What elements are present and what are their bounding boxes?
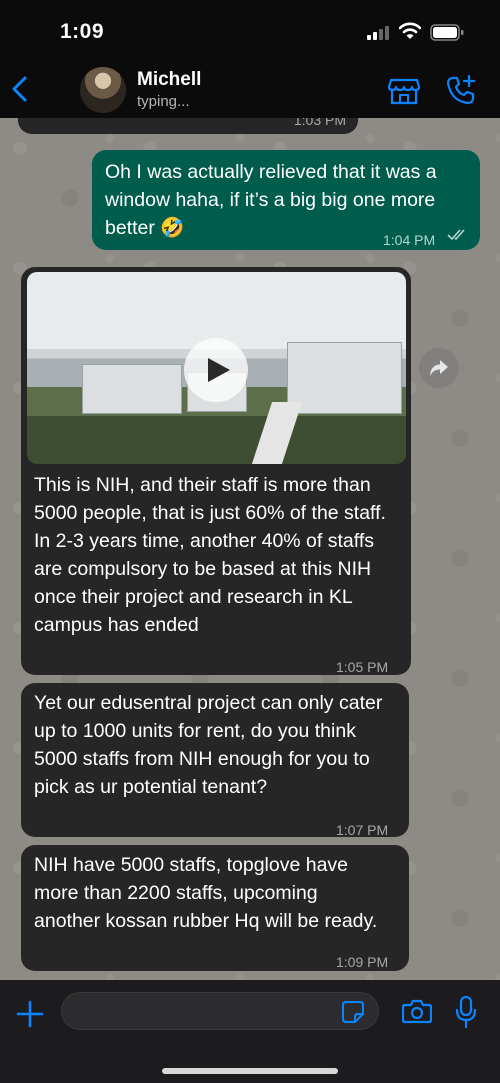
video-thumbnail[interactable]	[27, 272, 406, 464]
thumbnail-building	[82, 364, 182, 414]
chat-header-overlay: Michell typing...	[0, 62, 500, 118]
status-time: 1:09	[60, 20, 105, 43]
message-time: 1:07 PM	[336, 822, 389, 838]
message-bubble-outgoing[interactable]: Oh I was actually relieved that it was a…	[92, 150, 480, 250]
play-button[interactable]	[184, 338, 248, 402]
avatar[interactable]	[80, 67, 126, 113]
contact-name[interactable]: Michell	[137, 69, 201, 91]
mic-icon[interactable]	[455, 996, 477, 1028]
add-call-icon[interactable]	[445, 74, 477, 106]
store-icon[interactable]	[388, 77, 420, 105]
forward-button[interactable]	[419, 348, 459, 388]
play-icon	[208, 358, 230, 382]
read-receipt-icon	[447, 229, 465, 241]
battery-icon	[430, 24, 464, 41]
message-time: 1:05 PM	[336, 659, 389, 675]
wifi-icon	[399, 22, 421, 39]
forward-icon	[430, 360, 448, 376]
back-icon[interactable]	[8, 74, 32, 104]
message-bubble-incoming[interactable]: Yet our edusentral project can only cate…	[21, 683, 409, 838]
message-time: 1:03 PM	[293, 118, 346, 128]
message-bubble-incoming-partial[interactable]: 1:03 PM	[18, 118, 358, 134]
message-time: 1:09 PM	[336, 954, 389, 970]
message-input[interactable]	[61, 992, 379, 1030]
message-bubble-incoming-video[interactable]: This is NIH, and their staff is more tha…	[21, 267, 411, 675]
signal-icon	[367, 26, 391, 40]
contact-status: typing...	[137, 93, 190, 110]
message-bubble-incoming[interactable]: NIH have 5000 staffs, topglove have more…	[21, 845, 409, 971]
message-text: Yet our edusentral project can only cate…	[34, 692, 383, 798]
thumbnail-building	[287, 342, 402, 414]
plus-icon[interactable]	[16, 1000, 44, 1028]
home-indicator	[162, 1068, 338, 1074]
sticker-icon[interactable]	[341, 1000, 365, 1024]
thumbnail-walkway	[251, 402, 303, 464]
camera-icon[interactable]	[402, 998, 432, 1024]
message-text: NIH have 5000 staffs, topglove have more…	[34, 854, 378, 932]
status-bar: 1:09	[0, 0, 500, 62]
message-text: This is NIH, and their staff is more tha…	[34, 474, 386, 636]
input-bar	[0, 980, 500, 1083]
message-time: 1:04 PM	[383, 232, 436, 248]
